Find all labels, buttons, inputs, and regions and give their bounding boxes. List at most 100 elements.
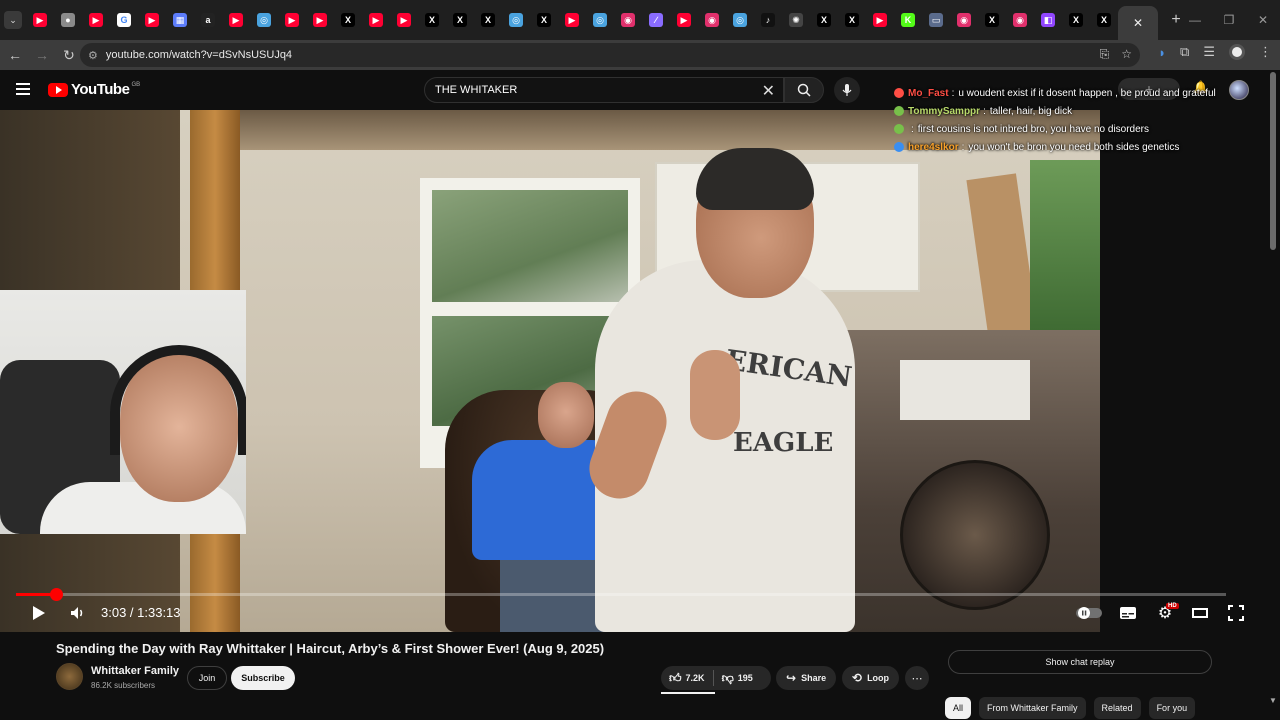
show-chat-replay-button[interactable]: Show chat replay (948, 650, 1212, 674)
autoplay-toggle[interactable] (1074, 603, 1104, 623)
subscribe-button[interactable]: Subscribe (231, 666, 295, 690)
edge-icon: ◎ (593, 13, 607, 27)
browser-tab[interactable]: X (838, 6, 866, 34)
browser-tab[interactable]: ▶ (670, 6, 698, 34)
subtitles-button[interactable] (1118, 603, 1138, 623)
channel-name[interactable]: Whittaker Family (91, 665, 179, 677)
voice-search-button[interactable] (834, 77, 860, 103)
browser-tab[interactable]: ▦ (166, 6, 194, 34)
browser-tab[interactable]: K (894, 6, 922, 34)
browser-tab[interactable]: ▶ (82, 6, 110, 34)
guide-menu-icon[interactable] (16, 83, 30, 98)
site-info-icon[interactable]: ⚙ (88, 49, 98, 62)
youtube-icon: ▶ (313, 13, 327, 27)
openai-icon: ✺ (789, 13, 803, 27)
browser-tab[interactable]: ♪ (754, 6, 782, 34)
browser-tab[interactable]: a (194, 6, 222, 34)
browser-tab[interactable]: X (334, 6, 362, 34)
browser-tab[interactable]: ▶ (138, 6, 166, 34)
browser-tab[interactable]: ◎ (250, 6, 278, 34)
tab-search-menu-button[interactable]: ⌄ (4, 11, 22, 29)
browser-tab[interactable]: ▶ (866, 6, 894, 34)
progress-scrubber[interactable] (49, 588, 63, 601)
minimize-icon[interactable]: — (1178, 13, 1212, 27)
chat-message-text: first cousins is not inbred bro, you hav… (917, 123, 1150, 135)
chat-message-text: u woudent exist if it dosent happen , be… (958, 87, 1216, 99)
browser-tab[interactable]: X (418, 6, 446, 34)
browser-tab[interactable]: X (1062, 6, 1090, 34)
browser-tab[interactable]: ∕ (642, 6, 670, 34)
loop-button[interactable]: ⟲ Loop (842, 666, 900, 690)
window-close-icon[interactable]: ✕ (1246, 13, 1280, 27)
address-bar[interactable]: ⚙ youtube.com/watch?v=dSvNsUSUJq4 ⎘ ☆ (80, 43, 1140, 67)
install-app-icon[interactable]: ⎘ (1100, 47, 1110, 62)
browser-tab[interactable]: ✺ (782, 6, 810, 34)
clear-search-icon[interactable]: ✕ (762, 81, 775, 101)
browser-tab[interactable]: ◉ (950, 6, 978, 34)
play-button[interactable] (30, 603, 48, 623)
more-actions-button[interactable]: ⋯ (905, 666, 929, 690)
browser-tab[interactable]: ◎ (726, 6, 754, 34)
subtitles-icon (1120, 607, 1136, 619)
browser-tab[interactable]: X (474, 6, 502, 34)
theater-mode-button[interactable] (1190, 603, 1210, 623)
browser-tab[interactable]: X (530, 6, 558, 34)
browser-tab[interactable]: X (1090, 6, 1118, 34)
channel-avatar[interactable] (56, 663, 83, 690)
browser-tab[interactable]: ◎ (586, 6, 614, 34)
join-button[interactable]: Join (187, 666, 227, 690)
browser-tab[interactable]: ▶ (278, 6, 306, 34)
fullscreen-button[interactable] (1226, 603, 1246, 623)
restore-icon[interactable]: ❐ (1212, 13, 1246, 27)
reading-list-icon[interactable]: ☰ (1203, 44, 1215, 60)
filter-chip[interactable]: All (945, 697, 972, 719)
browser-tab[interactable]: ▶ (306, 6, 334, 34)
chrome-icon: ● (61, 13, 75, 27)
profile-avatar-icon[interactable] (1229, 44, 1245, 60)
filter-chip[interactable]: For you (1148, 697, 1196, 719)
active-tab-close-icon[interactable]: ✕ (1118, 6, 1158, 40)
search-button[interactable] (784, 77, 824, 103)
youtube-logo[interactable]: YouTube GB (48, 81, 140, 98)
filter-chip[interactable]: From Whittaker Family (979, 697, 1086, 719)
video-player[interactable]: ERICAN EAGLE (0, 110, 1100, 632)
scrollbar-down-arrow-icon[interactable]: ▼ (1269, 696, 1277, 705)
extension-icon[interactable]: ◗ (1158, 45, 1166, 60)
filter-chip[interactable]: Related (1093, 697, 1141, 719)
bookmark-star-icon[interactable]: ☆ (1121, 47, 1132, 62)
browser-tab[interactable]: ▶ (362, 6, 390, 34)
like-dislike-group: 👍︎ 7.2K 👎︎ 195 (661, 666, 771, 690)
dislike-button[interactable]: 👎︎ 195 (714, 671, 761, 686)
volume-button[interactable] (69, 603, 87, 623)
browser-tab[interactable]: ▭ (922, 6, 950, 34)
browser-tab[interactable]: ◉ (698, 6, 726, 34)
settings-button[interactable]: ⚙ HD (1154, 603, 1179, 623)
browser-tab[interactable]: ▶ (390, 6, 418, 34)
browser-tab[interactable]: X (978, 6, 1006, 34)
tiktok-icon: ♪ (761, 13, 775, 27)
browser-tab[interactable]: ▶ (26, 6, 54, 34)
browser-tab[interactable]: ◉ (1006, 6, 1034, 34)
reload-icon[interactable]: ↻ (57, 43, 81, 67)
extensions-puzzle-icon[interactable]: ⧉ (1180, 44, 1189, 60)
like-button[interactable]: 👍︎ 7.2K (661, 671, 713, 686)
share-button[interactable]: ↪ Share (776, 666, 837, 690)
browser-tab[interactable]: X (810, 6, 838, 34)
country-code: GB (131, 81, 141, 88)
browser-tab[interactable]: X (446, 6, 474, 34)
forward-arrow-icon[interactable]: → (30, 43, 54, 67)
search-input[interactable]: THE WHITAKER ✕ (424, 77, 784, 103)
browser-tab[interactable]: G (110, 6, 138, 34)
browser-menu-icon[interactable]: ⋮ (1259, 44, 1272, 60)
browser-tab[interactable]: ◧ (1034, 6, 1062, 34)
browser-tab[interactable]: ▶ (558, 6, 586, 34)
kick-icon: K (901, 13, 915, 27)
browser-tab[interactable]: ◉ (614, 6, 642, 34)
browser-tab[interactable]: ◎ (502, 6, 530, 34)
page-scrollbar-thumb[interactable] (1270, 72, 1276, 250)
progress-bar[interactable] (16, 588, 1226, 601)
back-arrow-icon[interactable]: ← (3, 43, 27, 67)
browser-tab[interactable]: ● (54, 6, 82, 34)
youtube-icon: ▶ (33, 13, 47, 27)
browser-tab[interactable]: ▶ (222, 6, 250, 34)
